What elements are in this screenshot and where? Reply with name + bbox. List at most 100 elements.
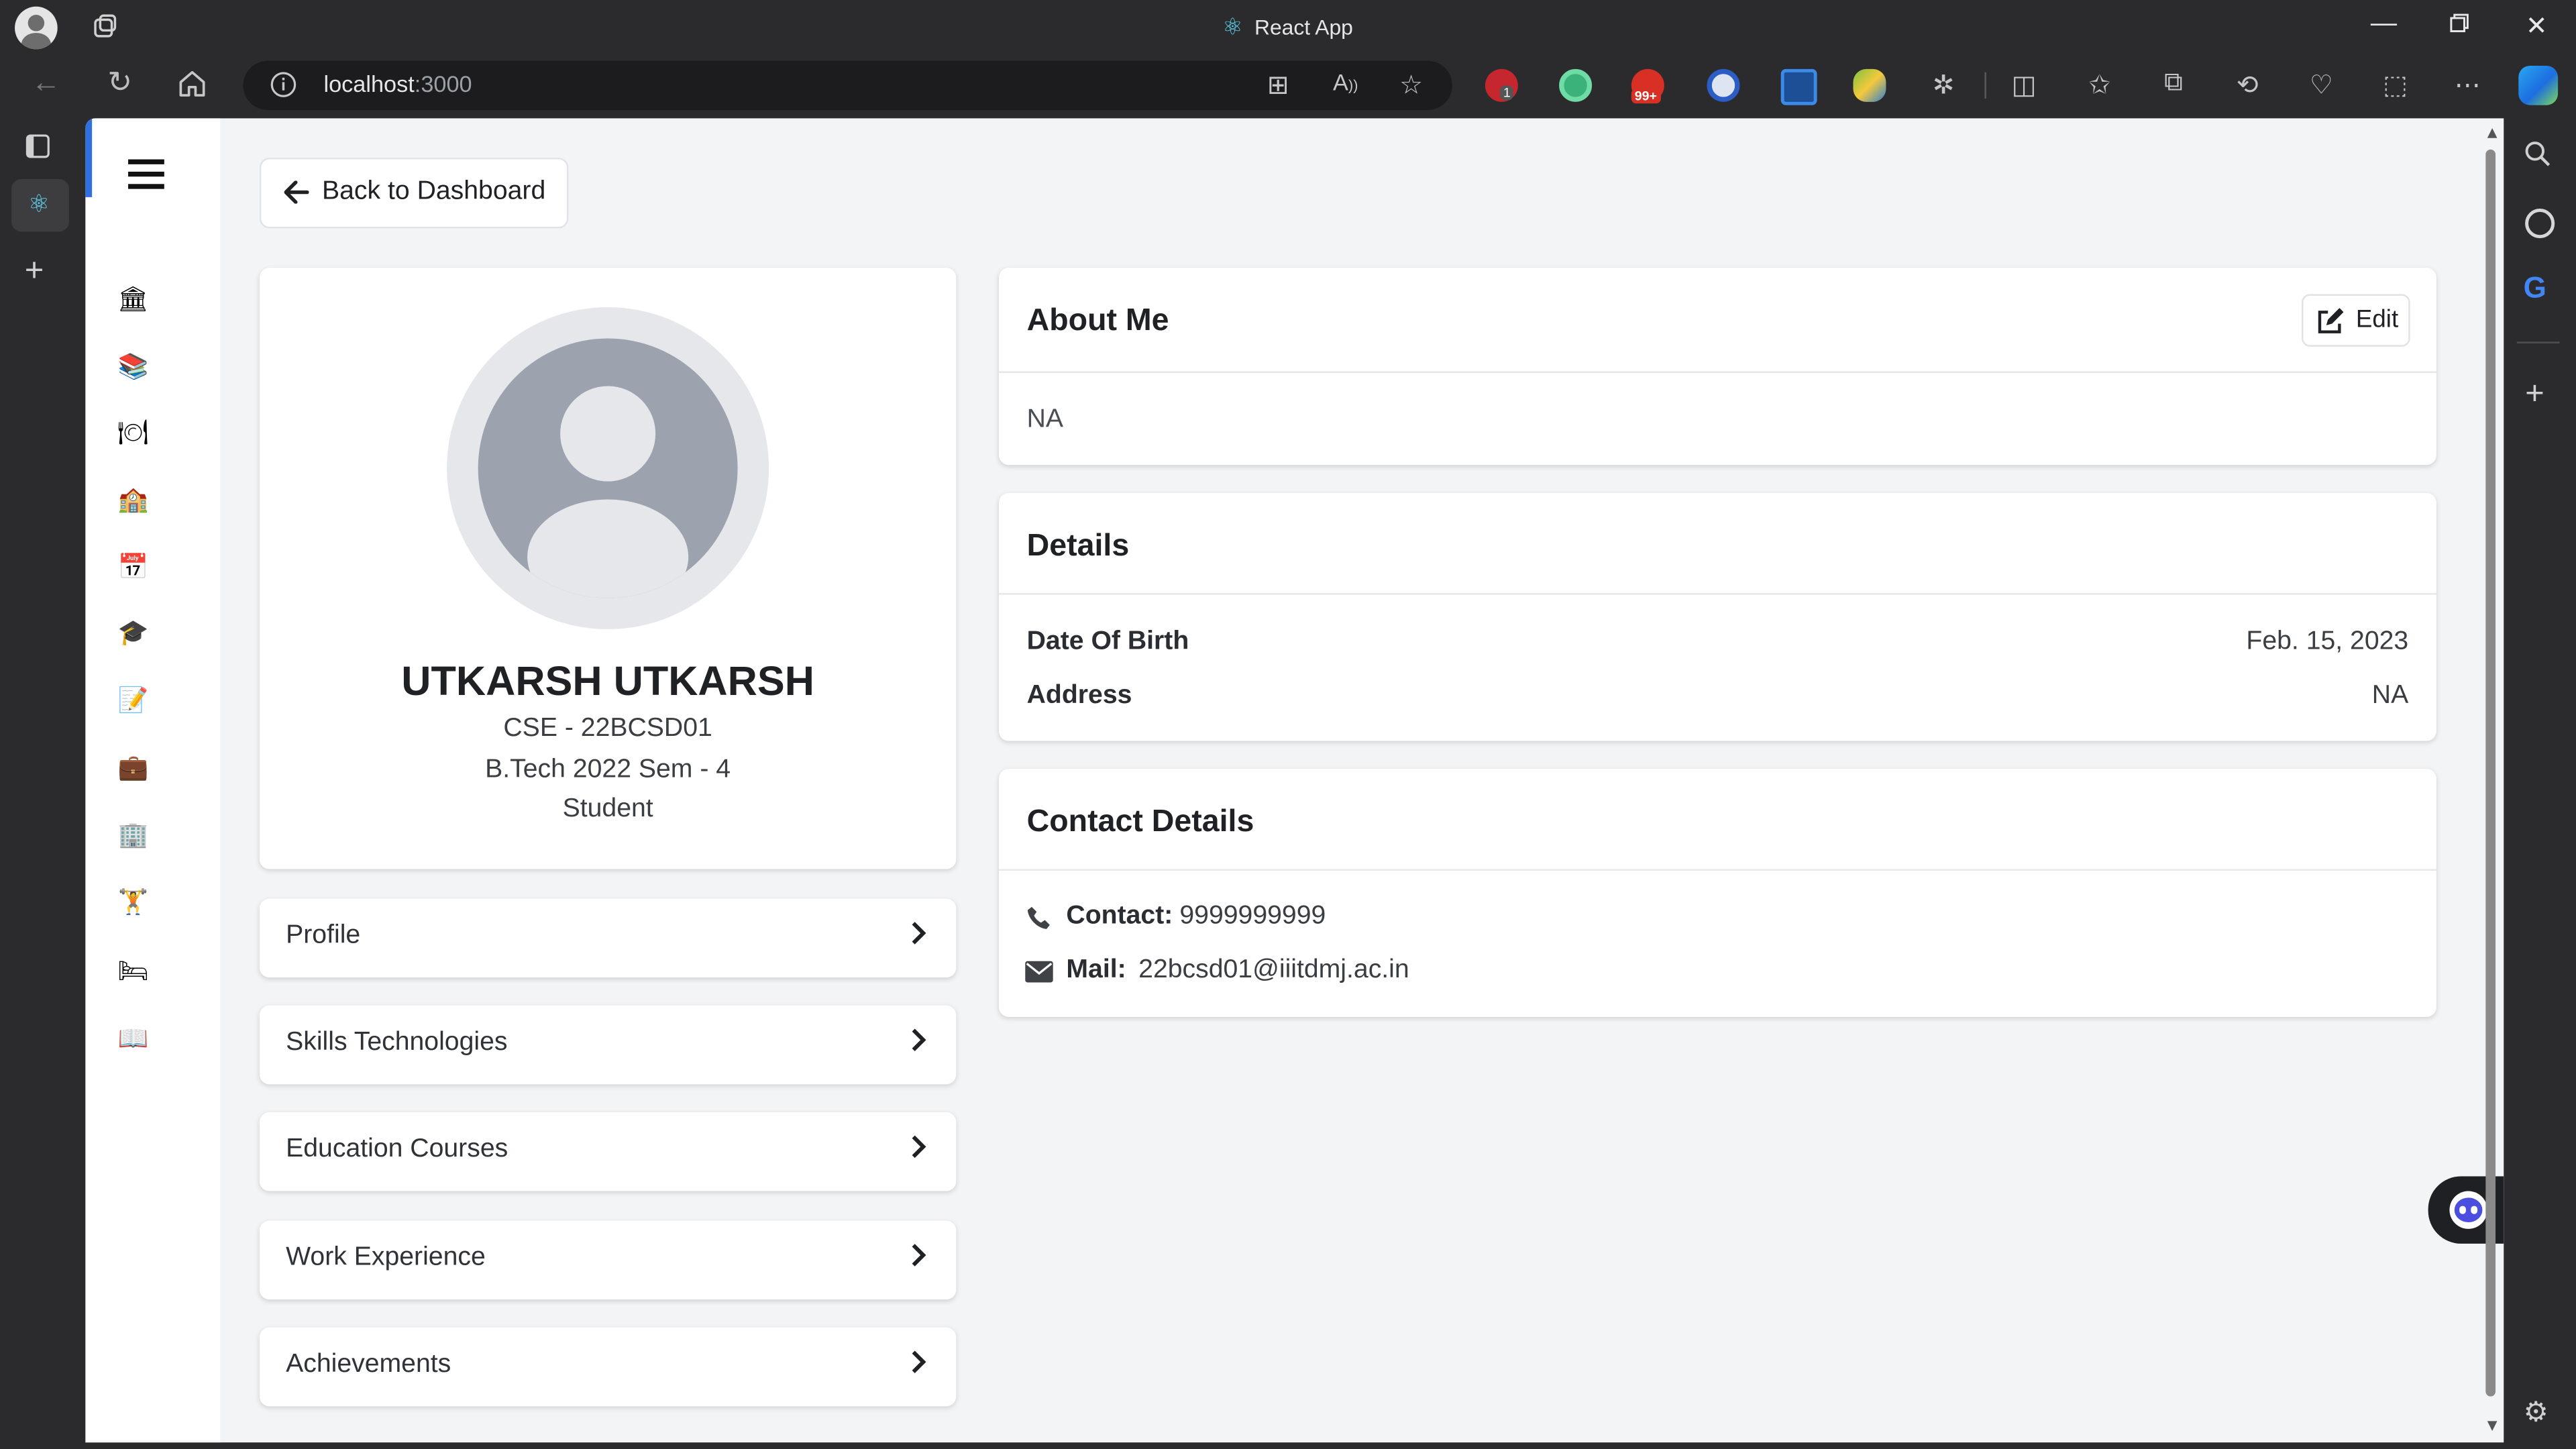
about-divider (998, 371, 2436, 373)
avatar-ring (447, 307, 769, 629)
bank-icon[interactable]: 🏛 (115, 282, 151, 319)
contact-divider (998, 869, 2436, 871)
search-icon[interactable] (2524, 140, 2552, 176)
contact-details-title: Contact Details (1026, 805, 1254, 840)
chatgpt-icon[interactable] (2525, 209, 2555, 239)
settings-gear-icon[interactable]: ⚙ (2524, 1397, 2548, 1430)
history-icon[interactable]: ⟲ (2229, 69, 2265, 102)
extensions-puzzle-icon[interactable]: ✲ (1925, 69, 1962, 102)
about-me-title: About Me (1026, 304, 1169, 339)
menu-item-skills-technologies[interactable]: Skills Technologies (259, 1005, 957, 1085)
person-lifting-icon[interactable]: 🏋 (115, 885, 151, 922)
close-window-button[interactable]: ✕ (2514, 10, 2560, 43)
browser-profile-avatar[interactable] (15, 6, 58, 50)
bot-face-icon (2449, 1191, 2487, 1229)
about-me-text: NA (1026, 405, 1064, 434)
calendar-icon[interactable]: 📅 (115, 550, 151, 586)
restore-button[interactable] (2436, 11, 2483, 41)
open-book-icon[interactable]: 📖 (115, 1022, 151, 1058)
school-icon[interactable]: 🏫 (115, 483, 151, 519)
chevron-right-icon (912, 1350, 926, 1373)
page-scrollbar[interactable] (2482, 128, 2498, 1436)
edit-icon (2318, 308, 2344, 333)
bed-icon[interactable]: 🛏 (115, 955, 151, 991)
menu-item-work-experience[interactable]: Work Experience (259, 1220, 957, 1300)
add-sidebar-app-icon[interactable]: + (2525, 376, 2544, 414)
tab-actions-icon[interactable] (25, 133, 51, 167)
profile-name: UTKARSH UTKARSH (401, 659, 814, 705)
dob-label: Date Of Birth (1026, 627, 1189, 656)
chevron-right-icon (912, 1028, 926, 1051)
chevron-right-icon (912, 922, 926, 945)
back-to-dashboard-button[interactable]: Back to Dashboard (259, 158, 569, 229)
details-title: Details (1026, 529, 1130, 564)
chevron-right-icon (912, 1135, 926, 1159)
menu-item-profile[interactable]: Profile (259, 898, 957, 978)
address-value: NA (2371, 682, 2409, 710)
scroll-down-arrow-icon[interactable] (2487, 1421, 2498, 1432)
address-label: Address (1026, 682, 1132, 710)
browser-essentials-icon[interactable]: ♡ (2303, 69, 2339, 102)
favorites-icon[interactable]: ✩ (2082, 69, 2118, 102)
contact-details-card: Contact Details Contact: 9999999999 Mail… (998, 769, 2436, 1017)
screenshot-extension-icon[interactable] (1780, 68, 1817, 105)
vpn-extension-icon[interactable] (1707, 68, 1740, 102)
menu-item-education-courses[interactable]: Education Courses (259, 1112, 957, 1191)
screen-capture-icon[interactable]: ⬚ (2377, 69, 2414, 102)
ublock-extension-icon[interactable]: 1 (1485, 68, 1518, 102)
workspaces-icon[interactable] (92, 13, 118, 48)
sidebar-active-indicator (85, 118, 93, 197)
url-text[interactable]: localhost:3000 (323, 70, 472, 97)
memo-icon[interactable]: 📝 (115, 684, 151, 720)
collections-icon[interactable]: ⧉ (2155, 69, 2192, 99)
ublock-badge: 1 (1499, 85, 1514, 101)
gmail-badge: 99+ (1631, 89, 1660, 104)
graduation-cap-icon[interactable]: 🎓 (115, 616, 151, 652)
menu-item-label: Work Experience (286, 1243, 486, 1272)
briefcase-icon[interactable]: 💼 (115, 751, 151, 787)
color-extension-icon[interactable] (1853, 68, 1886, 102)
mail-value[interactable]: 22bcsd01@iiitdmj.ac.in (1138, 956, 1409, 985)
new-tab-plus-icon[interactable]: + (25, 253, 44, 290)
menu-item-label: Skills Technologies (286, 1028, 508, 1057)
hamburger-menu-icon[interactable] (128, 158, 164, 199)
sidebar-divider (2516, 341, 2560, 343)
react-tab-icon: ⚛ (28, 191, 50, 219)
details-divider (998, 593, 2436, 595)
google-icon[interactable]: G (2524, 271, 2546, 305)
about-me-card: About Me Edit NA (998, 268, 2436, 466)
office-building-icon[interactable]: 🏢 (115, 818, 151, 855)
chevron-right-icon (912, 1244, 926, 1267)
scrollbar-thumb[interactable] (2485, 149, 2496, 1397)
menu-item-achievements[interactable]: Achievements (259, 1327, 957, 1407)
contact-value: 9999999999 (1179, 902, 1326, 930)
contact-label: Contact: (1066, 902, 1173, 930)
menu-item-label: Education Courses (286, 1135, 508, 1163)
window-title: ⚛ React App (1222, 13, 1353, 42)
dish-icon[interactable]: 🍽 (115, 416, 151, 452)
edit-button[interactable]: Edit (2302, 294, 2410, 347)
split-screen-icon[interactable]: ◫ (2006, 69, 2042, 102)
home-icon[interactable] (177, 69, 207, 107)
mail-label: Mail: (1066, 956, 1126, 984)
profile-program: B.Tech 2022 Sem - 4 (485, 755, 731, 784)
active-tab[interactable]: ⚛ (11, 178, 69, 232)
books-icon[interactable]: 📚 (115, 350, 151, 386)
gmail-extension-icon[interactable]: 99+ (1631, 68, 1664, 104)
sync-extension-icon[interactable] (1559, 68, 1593, 102)
avatar (478, 338, 738, 598)
site-info-icon[interactable] (270, 70, 298, 107)
edit-button-label: Edit (2355, 305, 2399, 334)
more-options-icon[interactable]: ⋯ (2449, 69, 2485, 102)
back-arrow-icon[interactable]: ← (23, 66, 69, 100)
minimize-button[interactable]: — (2361, 10, 2407, 40)
favorite-star-icon[interactable]: ☆ (1393, 69, 1430, 102)
read-aloud-icon[interactable]: A)) (1328, 69, 1364, 95)
scroll-up-arrow-icon[interactable] (2487, 128, 2498, 138)
refresh-icon[interactable]: ↻ (97, 66, 143, 100)
app-available-icon[interactable]: ⊞ (1260, 69, 1296, 102)
copilot-icon[interactable] (2518, 65, 2559, 105)
profile-role: Student (562, 795, 653, 823)
web-page: 🏛 📚 🍽 🏫 📅 🎓 📝 💼 🏢 🏋 🛏 📖 Back to Dashboar… (85, 118, 2504, 1443)
back-button-label: Back to Dashboard (322, 177, 546, 206)
